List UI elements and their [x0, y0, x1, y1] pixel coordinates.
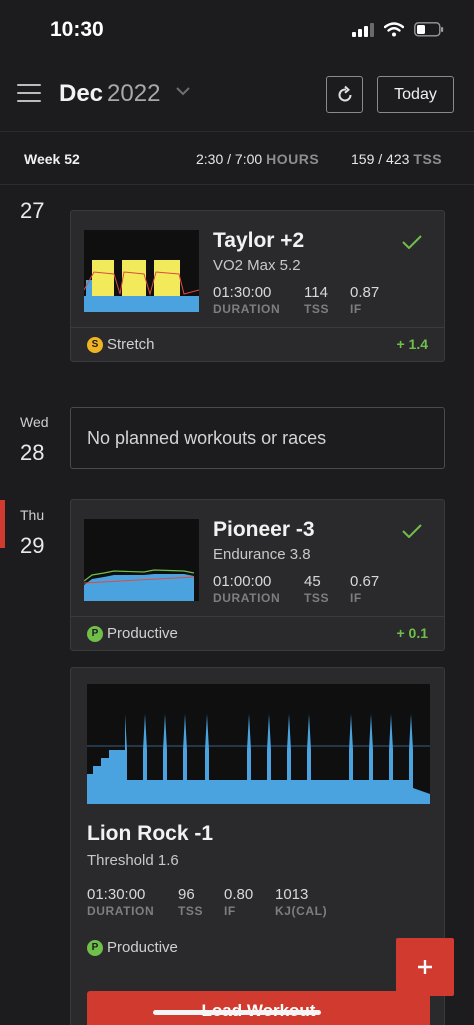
level-delta: + 0.1	[396, 625, 428, 641]
today-button[interactable]: Today	[377, 76, 454, 113]
battery-icon	[414, 22, 444, 37]
workout-title: Pioneer -3	[213, 518, 315, 541]
workout-profile-chart	[84, 519, 199, 601]
duration-metric: 01:00:00 DURATION	[213, 573, 280, 605]
kj-metric: 1013 KJ(CAL)	[275, 886, 327, 918]
level-delta: + 1.4	[396, 336, 428, 352]
status-bar: 10:30	[0, 0, 474, 60]
kj-label: KJ(CAL)	[275, 904, 328, 918]
add-button[interactable]	[396, 938, 454, 996]
empty-day-card[interactable]: No planned workouts or races	[70, 407, 445, 469]
duration-value: 01:00:00	[213, 573, 272, 590]
duration-metric: 01:30:00 DURATION	[87, 886, 154, 918]
checkmark-icon	[402, 235, 422, 249]
plus-icon	[418, 960, 432, 974]
year-label: 2022	[107, 80, 161, 107]
refresh-button[interactable]	[326, 76, 363, 113]
day-date-29: 29	[20, 533, 45, 558]
month-selector[interactable]: Dec 2022	[59, 80, 160, 108]
planned-workout-title: Lion Rock -1	[87, 822, 214, 845]
wifi-icon	[384, 22, 404, 37]
tss-value: 114	[304, 284, 328, 301]
duration-label: DURATION	[87, 904, 155, 918]
workout-title: Taylor +2	[213, 229, 305, 252]
tss-metric: 96 TSS	[178, 886, 203, 918]
tss-label: TSS	[178, 904, 204, 918]
tss-label: TSS	[304, 591, 330, 605]
if-label: IF	[350, 302, 362, 316]
planned-workout-tag: Productive	[107, 939, 178, 956]
status-icons	[352, 22, 444, 37]
duration-value: 01:30:00	[87, 886, 146, 903]
if-value: 0.67	[350, 573, 380, 590]
week-hours: 2:30 / 7:00 HOURS	[196, 151, 319, 167]
workout-tag: Productive	[107, 625, 178, 642]
workout-interval-chart	[87, 684, 430, 804]
duration-label: DURATION	[213, 591, 281, 605]
checkmark-icon	[402, 524, 422, 538]
workout-profile-chart	[84, 230, 199, 312]
day-date-28: 28	[20, 440, 45, 465]
workout-subtitle: Endurance 3.8	[213, 546, 311, 563]
refresh-icon	[338, 85, 351, 101]
status-time: 10:30	[50, 18, 104, 41]
week-tss-unit: TSS	[413, 151, 443, 167]
day-weekday-wed: Wed	[20, 414, 49, 430]
duration-label: DURATION	[213, 302, 281, 316]
planned-workout-card[interactable]: Lion Rock -1 Threshold 1.6 01:30:00 DURA…	[70, 667, 445, 1025]
week-hours-value: 2:30 / 7:00	[196, 151, 263, 167]
week-label: Week 52	[24, 151, 80, 167]
planned-workout-subtitle: Threshold 1.6	[87, 852, 179, 869]
if-label: IF	[350, 591, 362, 605]
productive-badge-icon: P	[87, 940, 103, 956]
workout-footer: P Productive + 0.1	[71, 616, 444, 650]
tss-value: 45	[304, 573, 321, 590]
if-value: 0.80	[224, 886, 254, 903]
if-metric: 0.80 IF	[224, 886, 253, 918]
calendar-header: Dec 2022 Today	[0, 62, 474, 132]
stretch-badge-icon: S	[87, 337, 103, 353]
workout-footer: S Stretch + 1.4	[71, 327, 444, 361]
month-label: Dec	[59, 80, 104, 107]
if-metric: 0.87 IF	[350, 284, 379, 316]
productive-badge-icon: P	[87, 626, 103, 642]
load-workout-button[interactable]: Load Workout	[87, 991, 430, 1025]
empty-day-text: No planned workouts or races	[87, 428, 327, 448]
if-metric: 0.67 IF	[350, 573, 379, 605]
week-summary: Week 52 2:30 / 7:00 HOURS 159 / 423 TSS	[0, 133, 474, 185]
tss-label: TSS	[304, 302, 330, 316]
today-indicator	[0, 500, 5, 548]
workout-card[interactable]: Pioneer -3 Endurance 3.8 01:00:00 DURATI…	[70, 499, 445, 651]
duration-value: 01:30:00	[213, 284, 272, 301]
week-hours-unit: HOURS	[266, 151, 320, 167]
week-tss: 159 / 423 TSS	[351, 151, 442, 167]
week-tss-value: 159 / 423	[351, 151, 410, 167]
tss-metric: 114 TSS	[304, 284, 329, 316]
kj-value: 1013	[275, 886, 309, 903]
if-value: 0.87	[350, 284, 380, 301]
if-label: IF	[224, 904, 236, 918]
tss-metric: 45 TSS	[304, 573, 329, 605]
tss-value: 96	[178, 886, 195, 903]
hamburger-menu-icon[interactable]	[17, 82, 41, 102]
duration-metric: 01:30:00 DURATION	[213, 284, 280, 316]
workout-card[interactable]: Taylor +2 VO2 Max 5.2 01:30:00 DURATION …	[70, 210, 445, 362]
cellular-signal-icon	[352, 22, 374, 37]
home-indicator	[153, 1010, 321, 1015]
day-weekday-thu: Thu	[20, 507, 45, 523]
workout-tag: Stretch	[107, 336, 155, 353]
chevron-down-icon[interactable]	[175, 86, 191, 96]
workout-subtitle: VO2 Max 5.2	[213, 257, 301, 274]
day-date-27: 27	[20, 198, 45, 223]
